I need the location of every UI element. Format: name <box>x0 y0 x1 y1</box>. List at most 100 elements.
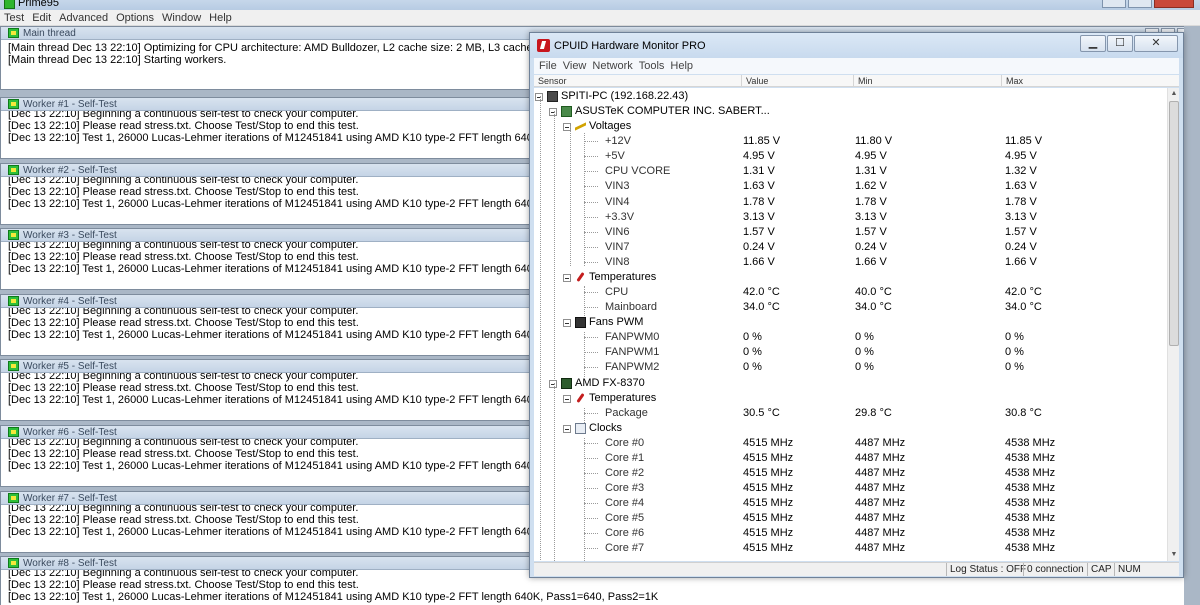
menu-advanced[interactable]: Advanced <box>59 12 108 24</box>
cpuid-minimize-button[interactable]: ▁ <box>1080 35 1106 52</box>
thermometer-icon <box>575 272 586 283</box>
worker-icon <box>8 99 19 109</box>
column-header-value[interactable]: Value <box>741 75 853 87</box>
tree-node-label: Voltages <box>589 120 632 133</box>
sensor-row[interactable]: Core #7 4515 MHz 4487 MHz 4538 MHz <box>534 541 1167 556</box>
sensor-row[interactable]: Core #5 4515 MHz 4487 MHz 4538 MHz <box>534 511 1167 526</box>
cpuid-hwmonitor-window[interactable]: CPUID Hardware Monitor PRO ▁ ☐ ✕ File Vi… <box>529 32 1184 578</box>
cpuid-title-bar[interactable]: CPUID Hardware Monitor PRO ▁ ☐ ✕ <box>530 33 1183 58</box>
sensor-max: 4538 MHz <box>1005 497 1056 510</box>
tree-group-node[interactable]: Voltages <box>534 119 1167 134</box>
maximize-button[interactable] <box>1128 0 1152 8</box>
menu-window[interactable]: Window <box>162 12 201 24</box>
sensor-value: 30.5 °C <box>743 406 780 419</box>
sensor-row[interactable]: Core #6 4515 MHz 4487 MHz 4538 MHz <box>534 526 1167 542</box>
column-header-max[interactable]: Max <box>1001 75 1179 87</box>
collapse-toggle-icon[interactable] <box>563 319 571 328</box>
sensor-name: +12V <box>605 135 631 148</box>
collapse-toggle-icon[interactable] <box>563 424 571 433</box>
sensor-max: 11.85 V <box>1005 135 1043 148</box>
sensor-row[interactable]: FANPWM0 0 % 0 % 0 % <box>534 330 1167 345</box>
worker-icon <box>8 361 19 371</box>
sensor-row[interactable]: Core #2 4515 MHz 4487 MHz 4538 MHz <box>534 466 1167 481</box>
worker-icon <box>8 558 19 568</box>
menu-view[interactable]: View <box>563 60 587 72</box>
tree-group-node[interactable]: Fans PWM <box>534 315 1167 330</box>
sensor-value: 4515 MHz <box>743 436 794 449</box>
tree-group-node[interactable]: ASUSTeK COMPUTER INC. SABERT... <box>534 104 1167 119</box>
sensor-row[interactable]: Core #0 4515 MHz 4487 MHz 4538 MHz <box>534 435 1167 451</box>
sensor-name: Core #6 <box>605 527 645 540</box>
sensor-max: 4538 MHz <box>1005 482 1056 495</box>
sensor-row[interactable]: Core #1 4515 MHz 4487 MHz 4538 MHz <box>534 451 1167 466</box>
close-button[interactable] <box>1154 0 1194 8</box>
menu-options[interactable]: Options <box>116 12 154 24</box>
sensor-min: 4487 MHz <box>855 436 906 449</box>
sensor-row[interactable]: FANPWM2 0 % 0 % 0 % <box>534 360 1167 375</box>
sensor-max: 3.13 V <box>1005 210 1037 223</box>
voltage-icon <box>575 121 586 132</box>
sensor-name: Core #4 <box>605 497 645 510</box>
scroll-down-arrow-icon[interactable]: ▼ <box>1169 549 1179 561</box>
column-header-sensor[interactable]: Sensor <box>534 75 567 87</box>
scroll-up-arrow-icon[interactable]: ▲ <box>1169 88 1179 100</box>
menu-tools[interactable]: Tools <box>639 60 665 72</box>
cpuid-maximize-button[interactable]: ☐ <box>1107 35 1133 52</box>
menu-help[interactable]: Help <box>209 12 232 24</box>
tree-group-node[interactable]: SPITI-PC (192.168.22.43) <box>534 89 1167 104</box>
sensor-max: 4538 MHz <box>1005 436 1056 449</box>
sensor-row[interactable]: Core #4 4515 MHz 4487 MHz 4538 MHz <box>534 496 1167 512</box>
sensor-value: 4515 MHz <box>743 482 794 495</box>
sensor-row[interactable]: CPU 42.0 °C 40.0 °C 42.0 °C <box>534 285 1167 301</box>
sensor-name: FANPWM0 <box>605 331 660 344</box>
sensor-value: 1.57 V <box>743 225 775 238</box>
collapse-toggle-icon[interactable] <box>535 93 543 101</box>
sensor-max: 0.24 V <box>1005 240 1037 253</box>
sensor-min: 0 % <box>855 331 874 344</box>
sensor-row[interactable]: Package 30.5 °C 29.8 °C 30.8 °C <box>534 405 1167 421</box>
sensor-value: 0 % <box>743 346 762 359</box>
tree-node-label: Fans PWM <box>589 316 644 329</box>
collapse-toggle-icon[interactable] <box>563 273 571 282</box>
sensor-name: Core #5 <box>605 512 645 525</box>
sensor-value: 0 % <box>743 331 762 344</box>
sensor-max: 30.8 °C <box>1005 406 1042 419</box>
cpuid-status-bar: Log Status : OFF 0 connection CAP NUM <box>534 562 1179 576</box>
sensor-row[interactable]: VIN3 1.63 V 1.62 V 1.63 V <box>534 179 1167 194</box>
tree-group-node[interactable]: AMD FX-8370 <box>534 376 1167 391</box>
scrollbar-thumb[interactable] <box>1169 101 1179 346</box>
tree-group-node[interactable]: Clocks <box>534 421 1167 436</box>
sensor-max: 4538 MHz <box>1005 467 1056 479</box>
tree-group-node[interactable]: Temperatures <box>534 391 1167 406</box>
sensor-row[interactable]: Core #3 4515 MHz 4487 MHz 4538 MHz <box>534 481 1167 496</box>
sensor-row[interactable]: CPU VCORE 1.31 V 1.31 V 1.32 V <box>534 164 1167 180</box>
sensor-min: 1.78 V <box>855 195 887 208</box>
column-header-min[interactable]: Min <box>853 75 1001 87</box>
tree-group-node[interactable]: Temperatures <box>534 270 1167 285</box>
sensor-row[interactable]: Mainboard 34.0 °C 34.0 °C 34.0 °C <box>534 300 1167 315</box>
sensor-row[interactable]: VIN4 1.78 V 1.78 V 1.78 V <box>534 194 1167 210</box>
sensor-row[interactable]: +5V 4.95 V 4.95 V 4.95 V <box>534 149 1167 164</box>
sensor-row[interactable]: +12V 11.85 V 11.80 V 11.85 V <box>534 134 1167 150</box>
main-thread-title: Main thread <box>23 28 76 39</box>
menu-test[interactable]: Test <box>4 12 24 24</box>
cpuid-close-button[interactable]: ✕ <box>1134 35 1178 52</box>
menu-edit[interactable]: Edit <box>32 12 51 24</box>
sensor-min: 3.13 V <box>855 210 887 223</box>
sensor-row[interactable]: +3.3V 3.13 V 3.13 V 3.13 V <box>534 210 1167 225</box>
sensor-row[interactable]: VIN6 1.57 V 1.57 V 1.57 V <box>534 224 1167 240</box>
sensor-row[interactable]: VIN8 1.66 V 1.66 V 1.66 V <box>534 254 1167 270</box>
menu-network[interactable]: Network <box>592 60 632 72</box>
sensor-tree-scrollbar[interactable]: ▲ ▼ <box>1167 88 1179 561</box>
sensor-value: 11.85 V <box>743 135 781 148</box>
collapse-toggle-icon[interactable] <box>549 108 557 117</box>
collapse-toggle-icon[interactable] <box>563 394 571 403</box>
sensor-max: 42.0 °C <box>1005 286 1042 299</box>
menu-help[interactable]: Help <box>670 60 693 72</box>
sensor-row[interactable]: FANPWM1 0 % 0 % 0 % <box>534 345 1167 361</box>
sensor-row[interactable]: VIN7 0.24 V 0.24 V 0.24 V <box>534 240 1167 255</box>
menu-file[interactable]: File <box>539 60 557 72</box>
collapse-toggle-icon[interactable] <box>549 379 557 388</box>
minimize-button[interactable] <box>1102 0 1126 8</box>
connection-count: 0 connection <box>1023 563 1084 576</box>
